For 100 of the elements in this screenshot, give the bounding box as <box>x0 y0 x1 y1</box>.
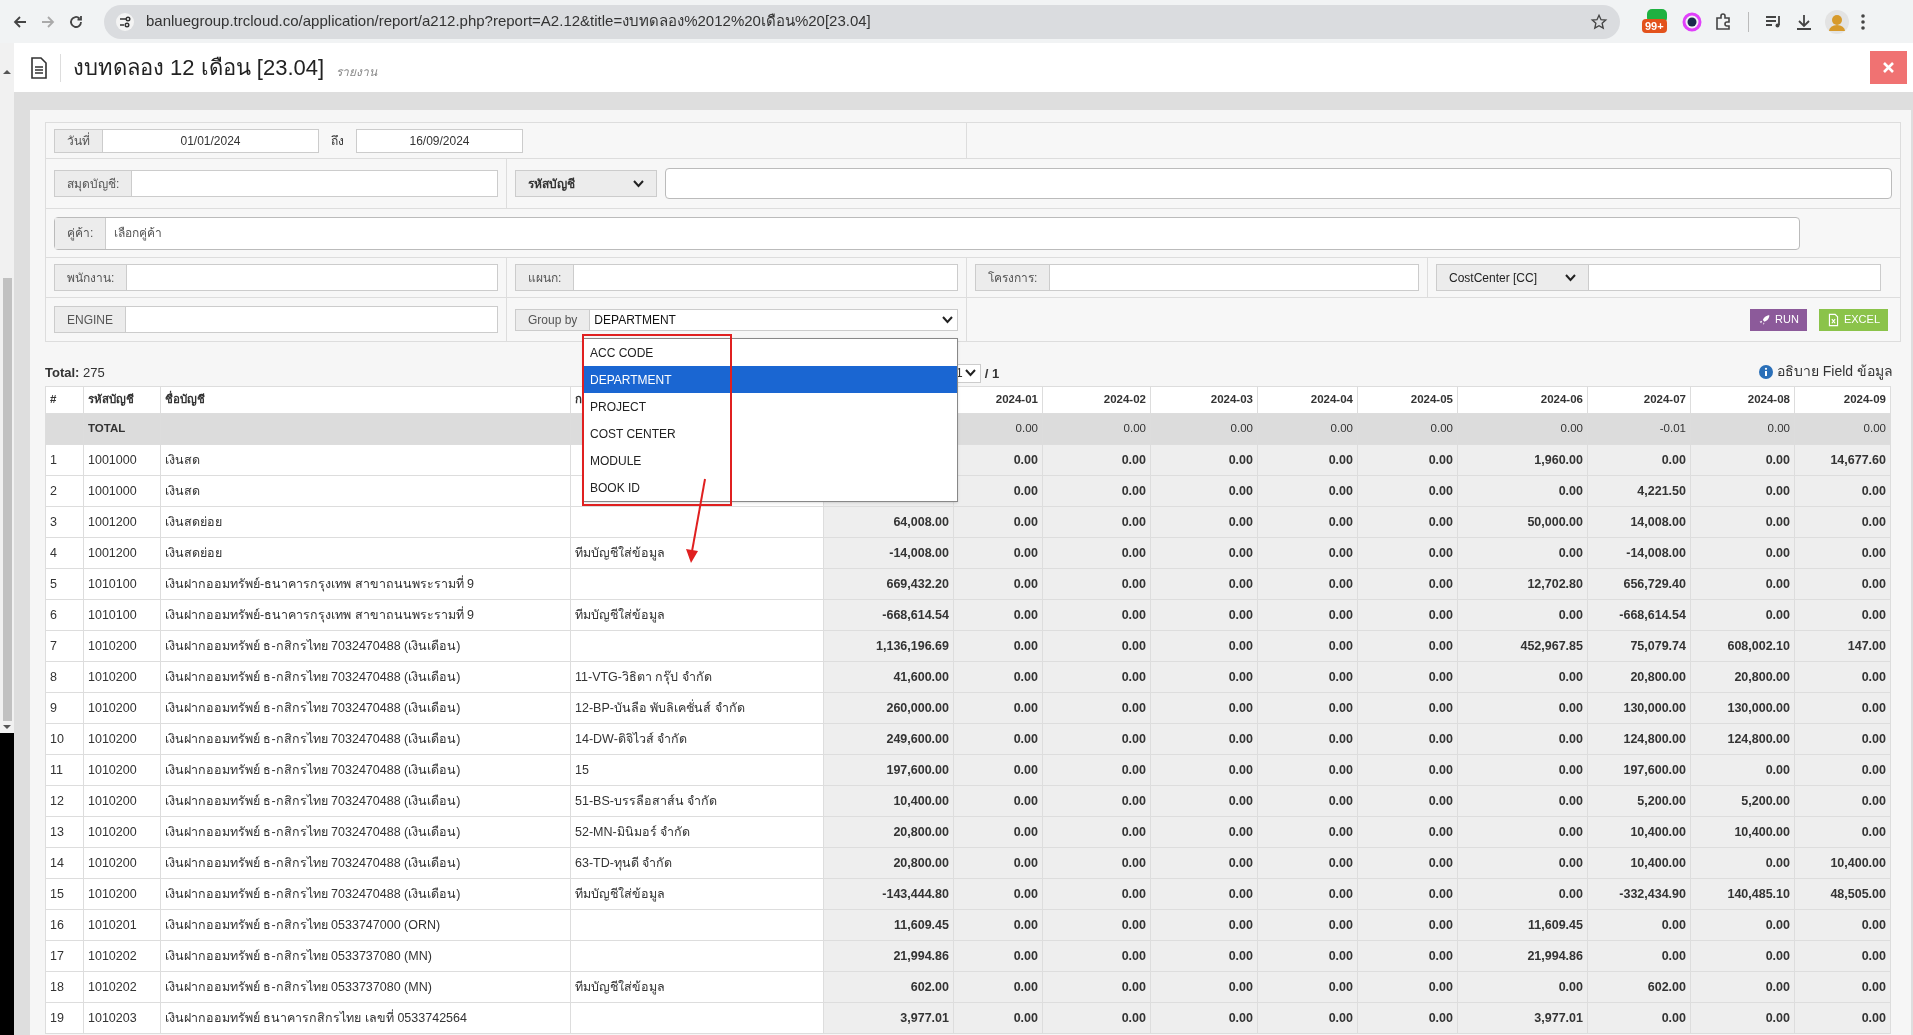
table-cell: 0.00 <box>953 1002 1043 1034</box>
table-cell: 0.00 <box>1257 692 1358 724</box>
table-cell: 1010100 <box>83 599 161 631</box>
table-cell: 0.00 <box>1690 413 1795 445</box>
table-cell: 0.00 <box>1357 785 1458 817</box>
table-cell: เงินฝากออมทรัพย์ ธ-กสิกรไทย 7032470488 (เงินเดือน) <box>160 785 571 817</box>
table-cell: 0.00 <box>1690 1002 1795 1034</box>
table-cell: 0.00 <box>1042 723 1151 755</box>
table-cell: 0.00 <box>1150 444 1258 476</box>
table-cell: 11-VTG-วิธิตา กรุ๊ป จำกัด <box>570 661 824 693</box>
vendor-input[interactable]: เลือกคู่ค้า <box>106 224 1799 242</box>
table-cell: 0.00 <box>1357 444 1458 476</box>
table-cell: 0.00 <box>953 847 1043 879</box>
table-cell: 10,400.00 <box>1587 816 1691 848</box>
info-icon[interactable] <box>1758 364 1773 379</box>
star-icon[interactable] <box>1590 12 1608 31</box>
table-cell: -668,614.54 <box>823 599 954 631</box>
column-header: 2024-07 <box>1587 386 1691 414</box>
dropdown-option[interactable]: ACC CODE <box>584 339 957 366</box>
run-button[interactable]: RUN <box>1750 308 1807 331</box>
spreadsheet-icon <box>1826 311 1840 328</box>
table-cell: 130,000.00 <box>1690 692 1795 724</box>
table-cell: 0.00 <box>1794 568 1891 600</box>
table-cell: 18 <box>45 971 84 1003</box>
table-cell: 1001200 <box>83 537 161 569</box>
input-field[interactable]: ENGINE <box>54 306 498 333</box>
table-cell: 0.00 <box>1357 537 1458 569</box>
table-cell: 0.00 <box>1357 599 1458 631</box>
playlist-icon[interactable] <box>1765 13 1783 30</box>
table-cell: 1010200 <box>83 630 161 662</box>
table-cell: 0.00 <box>1042 754 1151 786</box>
address-bar[interactable]: banluegroup.trcloud.co/application/report/a212.php?report=A2.12&title=งบทดลอง%2012%20เดือน%20[23.04] <box>104 4 1620 39</box>
table-cell: 1,960.00 <box>1457 444 1588 476</box>
page-title: งบทดลอง 12 เดือน [23.04] <box>73 54 325 82</box>
cost-center-select[interactable]: CostCenter [CC] <box>1437 265 1589 290</box>
table-cell: 0.00 <box>1042 444 1151 476</box>
table-cell: 452,967.85 <box>1457 630 1588 662</box>
table-cell: 0.00 <box>1794 506 1891 538</box>
table-cell: 3 <box>45 506 84 538</box>
table-cell: 1010200 <box>83 816 161 848</box>
table-cell: 16 <box>45 909 84 941</box>
table-cell: 0.00 <box>1257 506 1358 538</box>
dropdown-option[interactable]: DEPARTMENT <box>584 366 957 393</box>
table-cell: 20,800.00 <box>823 847 954 879</box>
input-field[interactable]: โครงการ: <box>975 264 1419 291</box>
help-link[interactable]: อธิบาย Field ข้อมูล <box>1776 361 1893 382</box>
field-label: วันที่ <box>55 129 103 152</box>
field-label: แผนก: <box>516 265 575 290</box>
reload-icon[interactable] <box>68 13 84 30</box>
table-cell: 1010201 <box>83 909 161 941</box>
table-cell: 1,136,196.69 <box>823 630 954 662</box>
menu-icon[interactable] <box>1861 13 1865 30</box>
table-cell: 1010203 <box>83 1002 161 1034</box>
table-cell: 0.00 <box>1257 723 1358 755</box>
table-cell: 1010202 <box>83 940 161 972</box>
input-field[interactable]: สมุดบัญชี: <box>54 170 498 197</box>
table-cell: 0.00 <box>1794 413 1891 445</box>
table-cell: 0.00 <box>1794 785 1891 817</box>
cost-center-field[interactable]: CostCenter [CC] <box>1436 264 1881 291</box>
table-cell: 0.00 <box>1150 506 1258 538</box>
table-cell: 0.00 <box>1150 785 1258 817</box>
table-cell: 20,800.00 <box>823 816 954 848</box>
download-icon[interactable] <box>1795 12 1813 31</box>
table-cell: 0.00 <box>1042 475 1151 507</box>
vendor-field[interactable]: คู่ค้า: เลือกคู่ค้า <box>54 216 1800 250</box>
color-circle-icon[interactable] <box>1682 11 1702 32</box>
table-cell: 0.00 <box>1257 475 1358 507</box>
table-cell: 0.00 <box>1257 1002 1358 1034</box>
input-field[interactable]: แผนก: <box>515 264 958 291</box>
account-select[interactable]: รหัสบัญชี <box>515 170 657 197</box>
table-cell: 0.00 <box>1357 816 1458 848</box>
table-cell: 0.00 <box>1042 1002 1151 1034</box>
group-by-select[interactable]: DEPARTMENT <box>590 309 957 330</box>
table-cell: 0.00 <box>1690 599 1795 631</box>
group-by-field[interactable]: Group by DEPARTMENT <box>515 308 958 331</box>
table-cell: 0.00 <box>1457 847 1588 879</box>
back-icon[interactable] <box>12 13 28 30</box>
table-cell: 0.00 <box>1357 754 1458 786</box>
table-cell: 0.00 <box>953 785 1043 817</box>
date-to-field[interactable]: 16/09/2024 <box>356 128 523 153</box>
scrollbar-drawing[interactable] <box>0 43 14 1035</box>
close-button[interactable] <box>1870 51 1907 84</box>
table-cell: 10,400.00 <box>1794 847 1891 879</box>
column-header: 2024-04 <box>1257 386 1358 414</box>
input-field[interactable]: พนักงาน: <box>54 264 498 291</box>
input-field[interactable]: วันที่ 01/01/2024 <box>54 128 319 153</box>
table-cell: 0.00 <box>1690 847 1795 879</box>
table-cell: 0.00 <box>1150 537 1258 569</box>
table-cell: 1010200 <box>83 723 161 755</box>
site-settings-icon[interactable] <box>116 12 134 31</box>
table-cell: 0.00 <box>1357 506 1458 538</box>
account-input[interactable] <box>665 168 1892 199</box>
table-cell: 0.00 <box>1357 568 1458 600</box>
table-cell: 12 <box>45 785 84 817</box>
puzzle-icon[interactable] <box>1714 12 1732 31</box>
table-cell: 0.00 <box>1794 940 1891 972</box>
table-cell: 0.00 <box>1457 785 1588 817</box>
table-cell: 130,000.00 <box>1587 692 1691 724</box>
table-cell: 0.00 <box>1357 909 1458 941</box>
table-cell: เงินฝากออมทรัพย์ ธ-กสิกรไทย 7032470488 (เงินเดือน) <box>160 878 571 910</box>
